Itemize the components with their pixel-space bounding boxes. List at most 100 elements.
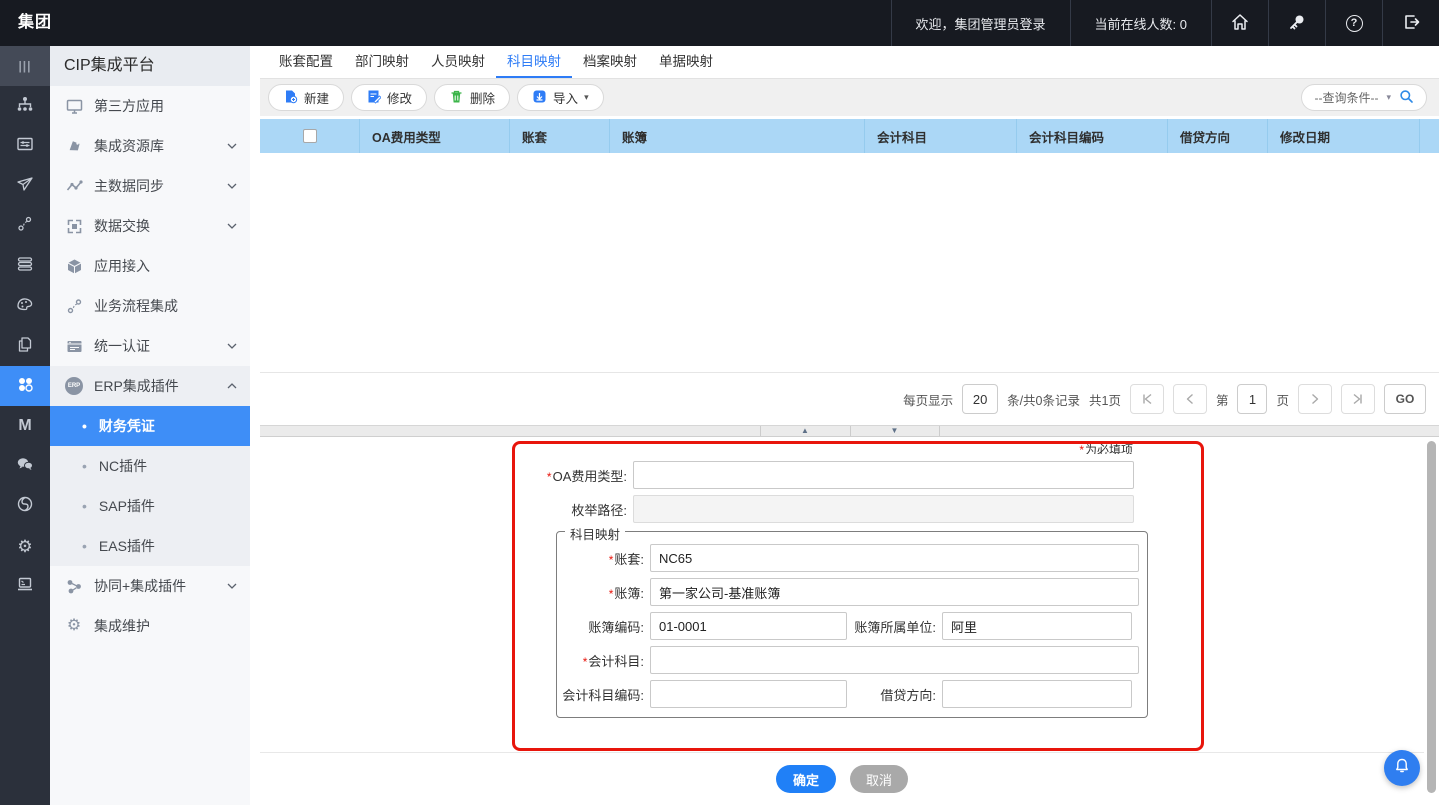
new-button[interactable]: 新建: [268, 84, 344, 111]
column-header-subject-code[interactable]: 会计科目编码: [1017, 119, 1168, 153]
sidebar-item-data-exchange[interactable]: 数据交换: [50, 206, 250, 246]
subject-code-label: 会计科目编码:: [557, 685, 650, 704]
edit-doc-icon: [366, 89, 381, 107]
brand-title: 集团: [0, 0, 52, 46]
import-button[interactable]: 导入 ▾: [517, 84, 604, 111]
prev-page-button[interactable]: [1173, 384, 1207, 414]
scrollbar-thumb[interactable]: [1427, 441, 1436, 793]
rail-process-link-button[interactable]: [0, 206, 50, 246]
page-number-input[interactable]: 1: [1237, 384, 1267, 414]
query-condition-select[interactable]: --查询条件-- ▾: [1301, 84, 1427, 111]
column-header-modified-date[interactable]: 修改日期: [1268, 119, 1420, 153]
last-page-button[interactable]: [1341, 384, 1375, 414]
rail-send-button[interactable]: [0, 166, 50, 206]
tab-account-set-config[interactable]: 账套配置: [268, 46, 344, 78]
chevron-up-icon: [226, 380, 238, 392]
select-all-checkbox[interactable]: [303, 129, 317, 143]
sidebar-item-integration-maintenance[interactable]: ⚙ 集成维护: [50, 606, 250, 646]
notification-fab[interactable]: [1384, 750, 1420, 786]
chevron-down-icon: [226, 580, 238, 592]
sidebar-item-integration-repo[interactable]: 集成资源库: [50, 126, 250, 166]
help-button[interactable]: ?: [1325, 0, 1382, 46]
rail-data-stack-button[interactable]: [0, 246, 50, 286]
home-icon: [1230, 12, 1250, 35]
column-header-account-subject[interactable]: 会计科目: [865, 119, 1017, 153]
column-header-account-book[interactable]: 账簿: [610, 119, 865, 153]
gear-icon: ⚙: [17, 538, 32, 555]
panel-splitter[interactable]: ▲ ▼: [260, 425, 1439, 437]
search-icon[interactable]: [1399, 89, 1414, 107]
account-book-input[interactable]: [650, 578, 1139, 606]
logout-button[interactable]: [1382, 0, 1439, 46]
rail-gear-button[interactable]: ⚙: [0, 526, 50, 566]
erp-badge-icon: ERP: [64, 377, 84, 395]
trash-icon: [449, 89, 464, 107]
rail-palette-button[interactable]: [0, 286, 50, 326]
rail-integration-card-button[interactable]: [0, 126, 50, 166]
sidebar-item-app-access[interactable]: 应用接入: [50, 246, 250, 286]
tab-document-mapping[interactable]: 单据映射: [648, 46, 724, 78]
sidebar-item-label: 第三方应用: [94, 96, 164, 116]
top-bar: 集团 欢迎，集团管理员登录 当前在线人数: 0 ?: [0, 0, 1439, 46]
tab-archive-mapping[interactable]: 档案映射: [572, 46, 648, 78]
tab-personnel-mapping[interactable]: 人员映射: [420, 46, 496, 78]
rail-documents-button[interactable]: [0, 326, 50, 366]
rail-chat-button[interactable]: [0, 446, 50, 486]
rail-apps-button[interactable]: [0, 366, 50, 406]
process-link-icon: [15, 214, 35, 239]
edit-button[interactable]: 修改: [351, 84, 427, 111]
subject-mapping-group-title: 科目映射: [565, 524, 625, 543]
sidebar-subitem-nc-plugin[interactable]: • NC插件: [50, 446, 250, 486]
book-org-label: 账簿所属单位:: [847, 617, 942, 636]
go-button[interactable]: GO: [1384, 384, 1426, 414]
oa-expense-type-input[interactable]: [633, 461, 1134, 489]
rail-m-logo-button[interactable]: M: [0, 406, 50, 446]
sidebar-item-third-party-app[interactable]: 第三方应用: [50, 86, 250, 126]
form-row-enum-path: 枚举路径:: [515, 495, 1201, 523]
subject-mapping-group: 科目映射 *账套: *账簿: 账簿编码: 账簿所属单位: *会计科目:: [556, 531, 1148, 718]
expand-up-button[interactable]: ▲: [760, 426, 850, 436]
caret-down-icon: ▾: [584, 92, 589, 103]
tab-subject-mapping[interactable]: 科目映射: [496, 46, 572, 78]
cancel-button[interactable]: 取消: [850, 765, 908, 793]
sidebar-item-collab-plugin[interactable]: 协同+集成插件: [50, 566, 250, 606]
sidebar-item-erp-plugin[interactable]: ERP ERP集成插件: [50, 366, 250, 406]
per-page-input[interactable]: 20: [962, 384, 998, 414]
splitter-controls: ▲ ▼: [760, 426, 940, 436]
sync-chart-icon: [64, 177, 84, 196]
confirm-button[interactable]: 确定: [776, 765, 836, 793]
rail-spiral-button[interactable]: [0, 486, 50, 526]
next-page-button[interactable]: [1298, 384, 1332, 414]
collapse-down-button[interactable]: ▼: [850, 426, 940, 436]
form-row-book-code-org: 账簿编码: 账簿所属单位:: [557, 612, 1147, 640]
new-button-label: 新建: [304, 88, 329, 107]
home-button[interactable]: [1211, 0, 1268, 46]
panel-scrollbar[interactable]: [1427, 439, 1436, 803]
first-page-button[interactable]: [1130, 384, 1164, 414]
delete-button[interactable]: 删除: [434, 84, 510, 111]
icon-rail: ||| M ⚙: [0, 46, 50, 805]
account-subject-input[interactable]: [650, 646, 1139, 674]
column-header-oa-expense-type[interactable]: OA费用类型: [360, 119, 510, 153]
rail-org-chart-button[interactable]: [0, 86, 50, 126]
rail-terminal-button[interactable]: [0, 566, 50, 606]
key-icon: [1287, 12, 1307, 35]
sidebar-subitem-sap-plugin[interactable]: • SAP插件: [50, 486, 250, 526]
account-set-input[interactable]: [650, 544, 1139, 572]
collapse-menu-button[interactable]: |||: [0, 46, 50, 86]
debit-credit-input: [942, 680, 1132, 708]
column-header-debit-credit[interactable]: 借贷方向: [1168, 119, 1268, 153]
tab-department-mapping[interactable]: 部门映射: [344, 46, 420, 78]
sidebar-subitem-finance-voucher[interactable]: • 财务凭证: [50, 406, 250, 446]
edit-button-label: 修改: [387, 88, 412, 107]
sidebar-item-unified-auth[interactable]: 统一认证: [50, 326, 250, 366]
sidebar-item-master-data-sync[interactable]: 主数据同步: [50, 166, 250, 206]
plug-icon: [64, 137, 84, 156]
password-button[interactable]: [1268, 0, 1325, 46]
sidebar-item-business-process[interactable]: 业务流程集成: [50, 286, 250, 326]
column-header-account-set[interactable]: 账套: [510, 119, 610, 153]
form-row-subject-code-direction: 会计科目编码: 借贷方向:: [557, 680, 1147, 708]
chat-icon: [15, 454, 35, 479]
sidebar-subitem-eas-plugin[interactable]: • EAS插件: [50, 526, 250, 566]
import-icon: [532, 89, 547, 107]
